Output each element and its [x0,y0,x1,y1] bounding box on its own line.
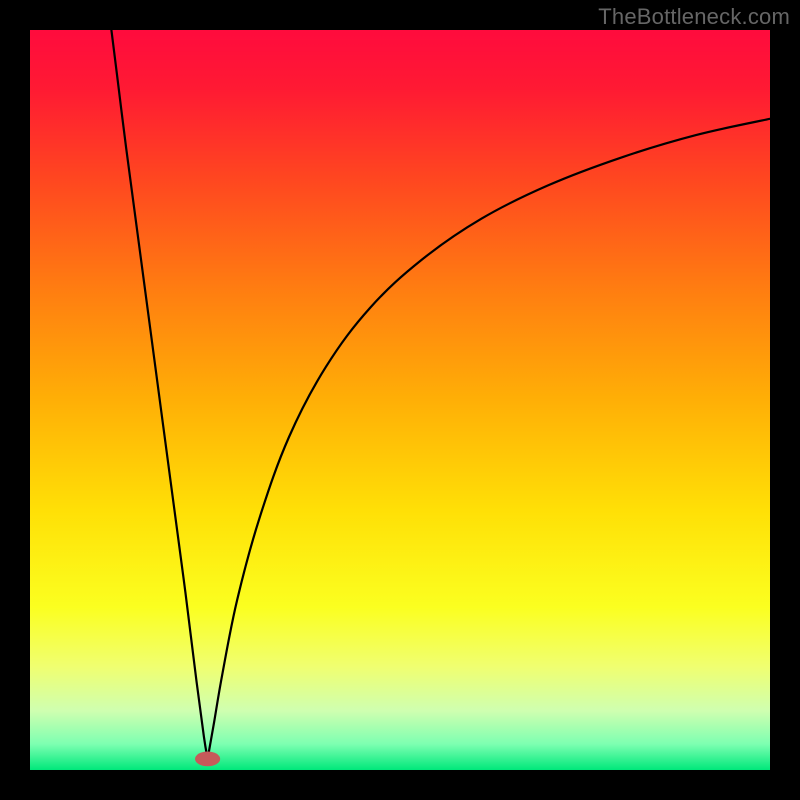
watermark-text: TheBottleneck.com [598,4,790,30]
gradient-background [30,30,770,770]
minimum-marker [195,752,220,767]
chart-frame: TheBottleneck.com [0,0,800,800]
plot-area [30,30,770,770]
chart-svg [30,30,770,770]
